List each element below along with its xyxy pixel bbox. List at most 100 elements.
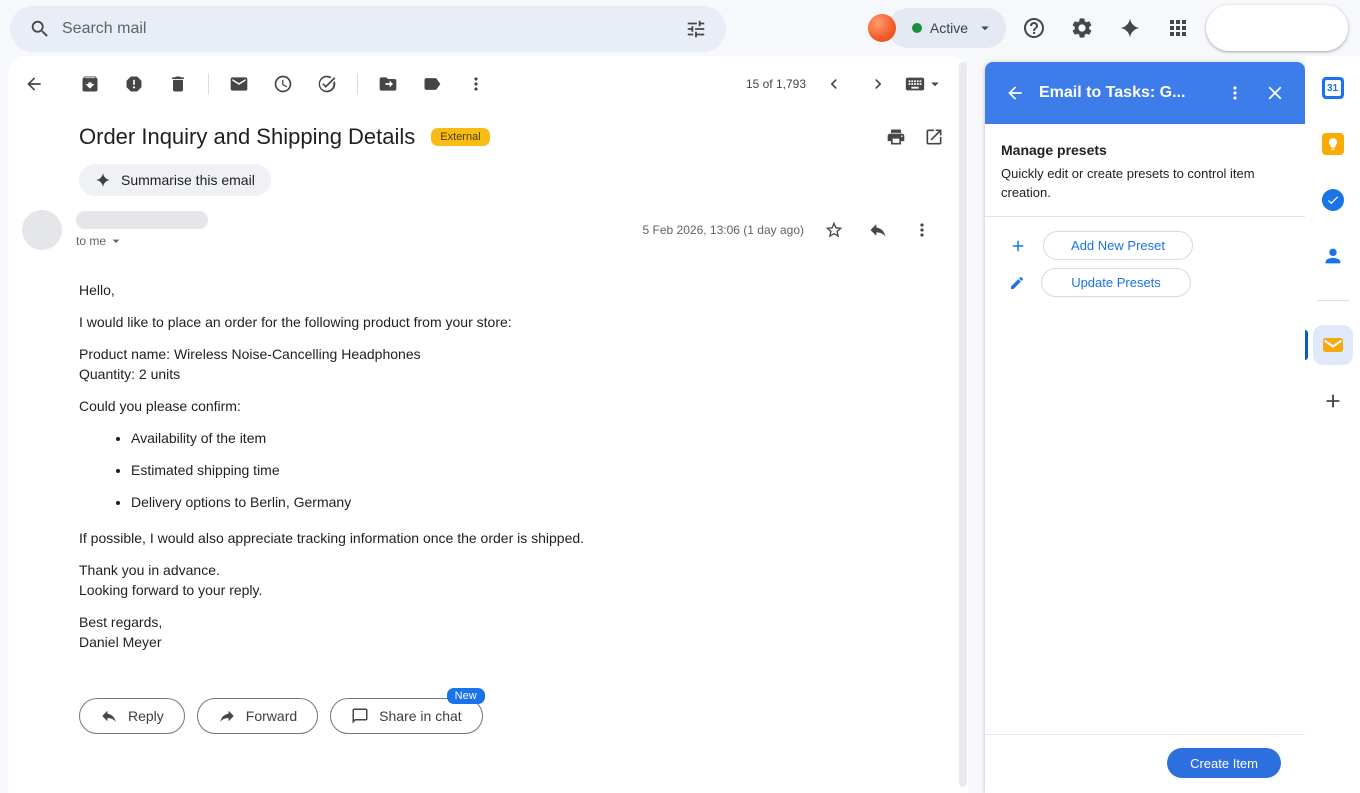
settings-button[interactable] bbox=[1062, 8, 1102, 48]
archive-button[interactable] bbox=[70, 64, 110, 104]
email-to-tasks-extension-button[interactable] bbox=[1313, 325, 1353, 365]
rail-divider bbox=[1317, 300, 1349, 301]
email-subject: Order Inquiry and Shipping Details bbox=[79, 124, 415, 150]
recipient-details-toggle[interactable]: to me bbox=[76, 233, 208, 249]
extension-envelope-icon bbox=[1321, 333, 1345, 357]
email-bullet: Delivery options to Berlin, Germany bbox=[131, 492, 848, 512]
topbar: Active bbox=[0, 0, 1360, 56]
newer-email-button[interactable] bbox=[814, 64, 854, 104]
folder-move-icon bbox=[378, 74, 398, 94]
close-icon bbox=[1264, 82, 1286, 104]
keep-sidepanel-button[interactable] bbox=[1313, 124, 1353, 164]
chevron-left-icon bbox=[824, 74, 844, 94]
mark-unread-button[interactable] bbox=[219, 64, 259, 104]
add-to-tasks-button[interactable] bbox=[307, 64, 347, 104]
sender-info: to me bbox=[76, 211, 208, 249]
labels-button[interactable] bbox=[412, 64, 452, 104]
envelope-icon bbox=[229, 74, 249, 94]
message-more-button[interactable] bbox=[902, 210, 942, 250]
email-paragraph: Hello, bbox=[79, 280, 848, 300]
add-new-preset-button[interactable]: Add New Preset bbox=[1043, 231, 1193, 260]
share-in-chat-button[interactable]: Share in chat New bbox=[330, 698, 483, 734]
tasks-icon bbox=[1322, 189, 1344, 211]
support-button[interactable] bbox=[1014, 8, 1054, 48]
pagination-label: 15 of 1,793 bbox=[746, 77, 806, 91]
search-options-button[interactable] bbox=[674, 7, 718, 51]
back-to-inbox-button[interactable] bbox=[14, 64, 54, 104]
search-bar[interactable] bbox=[10, 6, 726, 52]
reply-button[interactable]: Reply bbox=[79, 698, 185, 734]
account-button[interactable] bbox=[1206, 5, 1348, 51]
reply-actions: Reply Forward Share in chat New bbox=[79, 698, 968, 734]
search-icon bbox=[29, 18, 51, 40]
email-paragraph: If possible, I would also appreciate tra… bbox=[79, 528, 848, 548]
print-icon[interactable] bbox=[886, 127, 906, 147]
more-options-button[interactable] bbox=[456, 64, 496, 104]
email-view: 15 of 1,793 Order Inquiry and Shipping D… bbox=[8, 56, 968, 793]
report-spam-icon bbox=[124, 74, 144, 94]
gemini-sparkle-icon bbox=[95, 172, 111, 188]
subject-actions bbox=[886, 127, 944, 147]
panel-close-button[interactable] bbox=[1255, 73, 1295, 113]
chevron-down-icon bbox=[926, 75, 944, 93]
calendar-sidepanel-button[interactable]: 31 bbox=[1313, 68, 1353, 108]
active-status-dot-icon bbox=[912, 23, 922, 33]
side-panel-rail: 31 bbox=[1305, 56, 1360, 793]
sender-right: 5 Feb 2026, 13:06 (1 day ago) bbox=[643, 210, 944, 250]
toolbar-right: 15 of 1,793 bbox=[746, 64, 944, 104]
move-to-button[interactable] bbox=[368, 64, 408, 104]
recipient-label: to me bbox=[76, 234, 106, 248]
contacts-sidepanel-button[interactable] bbox=[1313, 236, 1353, 276]
panel-back-button[interactable] bbox=[995, 73, 1035, 113]
reply-icon-button[interactable] bbox=[858, 210, 898, 250]
manage-presets-title: Manage presets bbox=[1001, 142, 1289, 158]
share-in-chat-label: Share in chat bbox=[379, 708, 462, 724]
apps-grid-icon bbox=[1166, 16, 1190, 40]
add-task-icon bbox=[317, 74, 337, 94]
email-body-line: Thank you in advance. bbox=[79, 560, 848, 580]
forward-button[interactable]: Forward bbox=[197, 698, 318, 734]
subject-row: Order Inquiry and Shipping Details Exter… bbox=[79, 124, 944, 150]
create-item-button[interactable]: Create Item bbox=[1167, 748, 1281, 778]
older-email-button[interactable] bbox=[858, 64, 898, 104]
orange-avatar-icon[interactable] bbox=[868, 14, 896, 42]
email-body-line: Quantity: 2 units bbox=[79, 364, 848, 384]
plus-icon bbox=[1009, 237, 1027, 255]
email-body-line: Could you please confirm: bbox=[79, 396, 848, 416]
email-paragraph: Product name: Wireless Noise-Cancelling … bbox=[79, 344, 848, 384]
tasks-sidepanel-button[interactable] bbox=[1313, 180, 1353, 220]
toolbar-divider bbox=[208, 74, 209, 94]
email-body-line: Best regards, bbox=[79, 612, 848, 632]
search-input[interactable] bbox=[62, 20, 674, 38]
chevron-right-icon bbox=[868, 74, 888, 94]
scrollbar[interactable] bbox=[959, 62, 967, 787]
more-vert-icon bbox=[466, 74, 486, 94]
panel-title: Email to Tasks: G... bbox=[1039, 84, 1215, 102]
report-spam-button[interactable] bbox=[114, 64, 154, 104]
panel-footer: Create Item bbox=[985, 734, 1305, 793]
google-apps-button[interactable] bbox=[1158, 8, 1198, 48]
search-icon-button[interactable] bbox=[18, 7, 62, 51]
snooze-button[interactable] bbox=[263, 64, 303, 104]
panel-more-button[interactable] bbox=[1215, 73, 1255, 113]
star-button[interactable] bbox=[814, 210, 854, 250]
email-body-line: Product name: Wireless Noise-Cancelling … bbox=[79, 344, 848, 364]
active-extension-indicator bbox=[1305, 330, 1308, 360]
delete-button[interactable] bbox=[158, 64, 198, 104]
chat-status-selector[interactable]: Active bbox=[888, 8, 1006, 48]
add-preset-row: Add New Preset bbox=[1001, 231, 1289, 260]
open-in-new-icon[interactable] bbox=[924, 127, 944, 147]
get-addons-button[interactable] bbox=[1313, 381, 1353, 421]
gemini-sparkle-icon bbox=[1119, 17, 1141, 39]
contacts-person-icon bbox=[1322, 245, 1344, 267]
reply-label: Reply bbox=[128, 708, 164, 724]
summarize-email-button[interactable]: Summarise this email bbox=[79, 164, 271, 196]
manage-presets-description: Quickly edit or create presets to contro… bbox=[1001, 164, 1265, 202]
extension-slot bbox=[1305, 325, 1360, 381]
input-tools-selector[interactable] bbox=[904, 73, 944, 95]
label-icon bbox=[422, 74, 442, 94]
update-preset-row: Update Presets bbox=[1001, 268, 1289, 297]
gemini-button[interactable] bbox=[1110, 8, 1150, 48]
update-presets-button[interactable]: Update Presets bbox=[1041, 268, 1191, 297]
email-to-tasks-panel: Email to Tasks: G... Manage presets Quic… bbox=[985, 62, 1305, 793]
